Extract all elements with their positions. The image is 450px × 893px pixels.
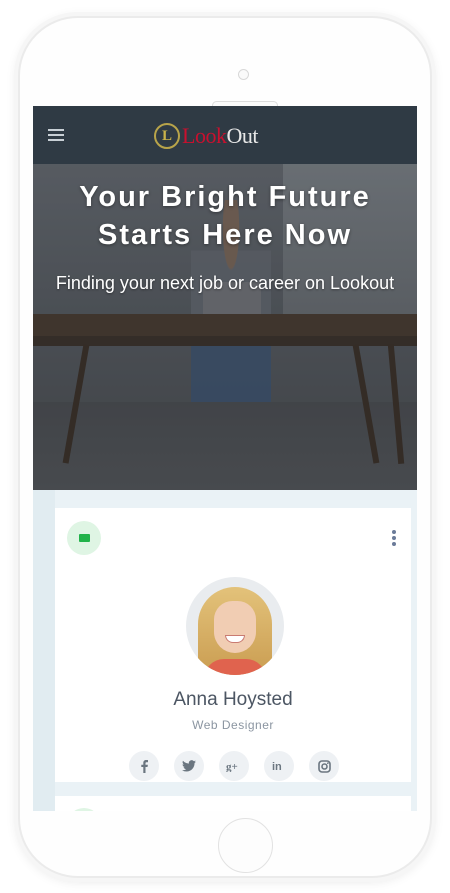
profile-card-next (55, 796, 411, 811)
kebab-menu-icon[interactable] (391, 530, 397, 548)
hamburger-icon[interactable] (48, 129, 64, 141)
avatar-face (214, 601, 256, 653)
profile-name: Anna Hoysted (173, 689, 293, 710)
camera-icon (238, 69, 249, 80)
profile-role: Web Designer (192, 718, 274, 732)
logo-text-out: Out (226, 123, 258, 148)
envelope-icon[interactable] (67, 521, 101, 555)
social-links: g+ in (129, 751, 339, 781)
envelope-icon[interactable] (67, 808, 101, 811)
home-button[interactable] (218, 818, 273, 873)
hero-subtitle: Finding your next job or career on Looko… (55, 273, 395, 293)
facebook-icon[interactable] (129, 751, 159, 781)
logo[interactable]: L LookOut (154, 120, 258, 152)
twitter-icon[interactable] (174, 751, 204, 781)
avatar-shirt (204, 659, 266, 675)
content-left-rail (33, 490, 55, 811)
navbar: L LookOut (33, 106, 417, 164)
google-plus-icon[interactable]: g+ (219, 751, 249, 781)
svg-text:in: in (272, 761, 282, 772)
hero-banner: Your Bright Future Starts Here Now Findi… (33, 164, 417, 490)
avatar (186, 577, 284, 675)
linkedin-icon[interactable]: in (264, 751, 294, 781)
screen: L LookOut Your Bright Future Starts Here… (33, 106, 417, 811)
logo-mark-icon: L (154, 123, 180, 149)
instagram-icon[interactable] (309, 751, 339, 781)
logo-text-look: Look (182, 123, 227, 148)
svg-text:g+: g+ (226, 761, 238, 772)
logo-text: LookOut (182, 123, 258, 149)
profile-card: Anna Hoysted Web Designer g+ in (55, 508, 411, 782)
hero-title: Your Bright Future Starts Here Now (79, 181, 371, 251)
envelope-shape (78, 534, 90, 542)
